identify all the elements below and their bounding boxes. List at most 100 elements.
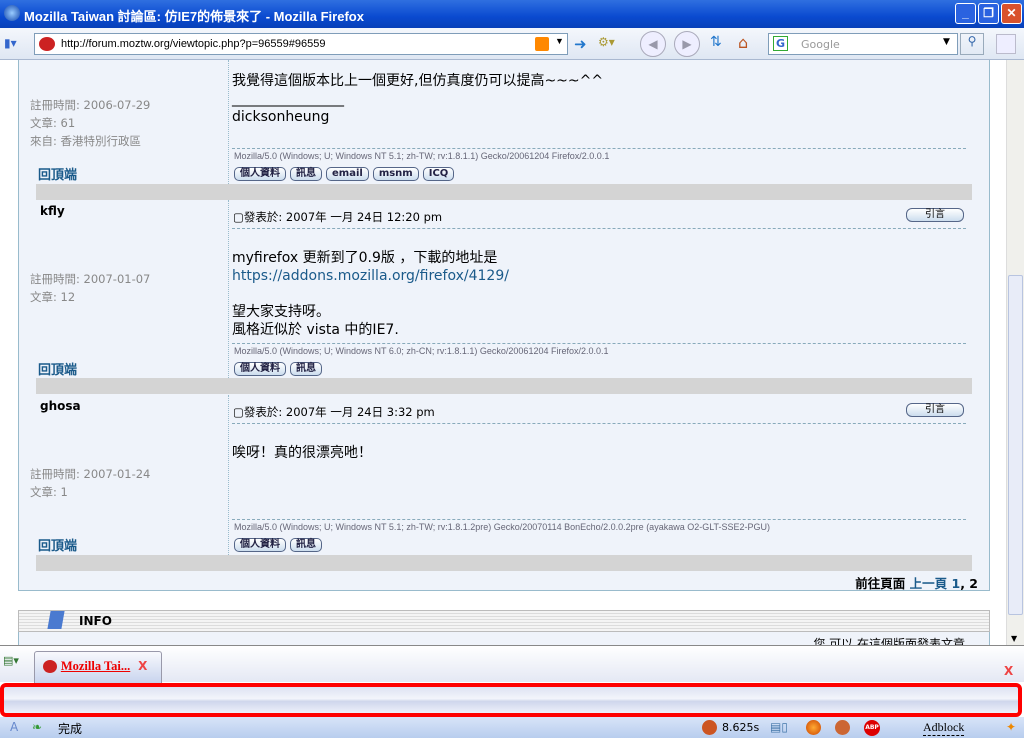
back-to-top-link[interactable]: 回頂端 — [38, 164, 77, 183]
icq-button[interactable]: ICQ — [422, 167, 455, 181]
bookmarks-icon[interactable]: ▮▾ — [4, 36, 17, 50]
pm-button[interactable]: 訊息 — [290, 167, 322, 181]
quote-button[interactable]: 引言 — [906, 403, 964, 417]
url-bar[interactable]: http://forum.moztw.org/viewtopic.php?p=9… — [34, 33, 568, 55]
signature-line: ________________ — [232, 91, 344, 107]
email-button[interactable]: email — [326, 167, 369, 181]
vertical-scrollbar[interactable]: ▼ — [1006, 60, 1024, 645]
leaf-icon: ❧ — [32, 720, 43, 734]
back-to-top-link[interactable]: 回頂端 — [38, 535, 77, 554]
quote-button[interactable]: 引言 — [906, 208, 964, 222]
minimize-button[interactable]: _ — [955, 3, 976, 24]
maximize-button[interactable]: ❐ — [978, 3, 999, 24]
location: 來自: 香港特別行政區 — [30, 134, 142, 148]
post-date: ▢發表於: 2007年 一月 24日 12:20 pm — [233, 210, 443, 224]
separator — [36, 184, 972, 200]
pagination-label: 前往頁面 — [855, 576, 906, 591]
tab-close-button[interactable]: X — [138, 659, 147, 673]
msn-button[interactable]: msnm — [372, 167, 419, 181]
home-icon[interactable]: ⌂ — [738, 33, 748, 52]
info-text: 您 可以 在這個版面發表文章 — [813, 637, 965, 645]
google-icon[interactable]: G — [773, 36, 789, 51]
post-body: myfirefox 更新到了0.9版 ，下載的地址是 https://addon… — [232, 249, 509, 339]
signature: dicksonheung — [232, 109, 330, 125]
post-text: 我覺得這個版本比上一個更好,但仿真度仍可以提高~~~^^ — [232, 73, 604, 89]
forward-button[interactable]: ▶ — [674, 31, 700, 57]
greasemonkey-icon[interactable] — [835, 720, 850, 735]
url-text: http://forum.moztw.org/viewtopic.php?p=9… — [61, 38, 326, 50]
post-body: 唉呀！真的很漂亮吔！ — [232, 445, 372, 461]
search-input[interactable]: G Google ▼ — [768, 33, 958, 55]
window-title: Mozilla Taiwan 討論區: 仿IE7的佈景來了 - Mozilla … — [24, 9, 364, 24]
current-page: 2 — [969, 576, 978, 591]
dropdown-arrow-icon[interactable]: ▼ — [555, 36, 564, 46]
separator — [36, 378, 972, 394]
firefox-icon[interactable] — [806, 720, 821, 735]
sidebar-toggle-icon[interactable] — [996, 34, 1016, 54]
author-info: 註冊時間: 2006-07-29 文章: 61 來自: 香港特別行政區 — [30, 96, 228, 150]
search-button[interactable]: ⚲ — [960, 33, 984, 55]
scrollbar-thumb[interactable] — [1008, 275, 1023, 615]
prev-page-link[interactable]: 上一頁 — [910, 576, 948, 591]
info-body: 您 可以 在這個版面發表文章 — [18, 632, 990, 645]
post-text: 風格近似於 vista 中的IE7. — [232, 322, 399, 338]
close-tab-button[interactable]: X — [1004, 664, 1013, 678]
profile-button[interactable]: 個人資料 — [234, 538, 286, 552]
post-count: 文章: 61 — [30, 116, 76, 130]
status-bar: A ❧ 完成 8.625s ▤▯ ABP Adblock ✦ — [0, 717, 1024, 738]
scroll-down-icon[interactable]: ▼ — [1011, 634, 1017, 643]
page-link-1[interactable]: 1 — [951, 576, 960, 591]
go-arrow-icon[interactable]: ➜ — [574, 35, 587, 53]
addon-icon[interactable]: ⚙▾ — [598, 35, 615, 49]
post-count: 文章: 1 — [30, 485, 68, 499]
notification-icon[interactable]: ✦ — [1006, 720, 1016, 734]
back-button[interactable]: ◀ — [640, 31, 666, 57]
post-date: ▢發表於: 2007年 一月 24日 3:32 pm — [233, 405, 435, 419]
profile-button[interactable]: 個人資料 — [234, 167, 286, 181]
post-body: 我覺得這個版本比上一個更好,但仿真度仍可以提高~~~^^ ___________… — [232, 72, 603, 126]
post-text: myfirefox 更新到了0.9版 ，下載的地址是 — [232, 250, 498, 266]
fasterfox-icon[interactable] — [702, 720, 717, 735]
addon-link[interactable]: https://addons.mozilla.org/firefox/4129/ — [232, 268, 509, 284]
registration-date: 註冊時間: 2006-07-29 — [30, 98, 151, 112]
info-header: INFO — [18, 610, 990, 632]
title-bar: Mozilla Taiwan 討論區: 仿IE7的佈景來了 - Mozilla … — [0, 0, 1024, 28]
user-agent: Mozilla/5.0 (Windows; U; Windows NT 5.1;… — [234, 151, 610, 161]
tab-mozilla-taiwan[interactable]: Mozilla Tai... X — [34, 651, 162, 683]
author-name: ghosa — [40, 399, 81, 413]
firefox-icon — [4, 5, 20, 21]
author-name: kfly — [40, 204, 65, 218]
dropdown-arrow-icon[interactable]: ▼ — [943, 37, 950, 47]
back-to-top-link[interactable]: 回頂端 — [38, 359, 77, 378]
pm-button[interactable]: 訊息 — [290, 538, 322, 552]
info-icon — [47, 611, 65, 629]
post-date-text: 發表於: 2007年 一月 24日 12:20 pm — [243, 210, 443, 224]
rss-icon[interactable] — [535, 37, 549, 51]
site-icon — [39, 37, 55, 51]
page-separator: , — [960, 576, 970, 591]
page-content: 註冊時間: 2006-07-29 文章: 61 來自: 香港特別行政區 我覺得這… — [0, 60, 1006, 645]
tab-list-icon[interactable]: ▤▾ — [3, 654, 19, 667]
navigation-toolbar: ▮▾ http://forum.moztw.org/viewtopic.php?… — [0, 28, 1024, 60]
page-icon[interactable]: ▤▯ — [770, 720, 788, 734]
tab-bar: ▤▾ Mozilla Tai... X X — [0, 645, 1024, 683]
post-date-text: 發表於: 2007年 一月 24日 3:32 pm — [243, 405, 435, 419]
user-agent: Mozilla/5.0 (Windows; U; Windows NT 5.1;… — [234, 522, 771, 532]
load-time: 8.625s — [722, 721, 760, 734]
status-text: 完成 — [58, 722, 83, 736]
registration-date: 註冊時間: 2007-01-24 — [30, 467, 151, 481]
user-agent: Mozilla/5.0 (Windows; U; Windows NT 6.0;… — [234, 346, 609, 356]
profile-button[interactable]: 個人資料 — [234, 362, 286, 376]
post-count: 文章: 12 — [30, 290, 76, 304]
highlighted-empty-bar — [0, 683, 1022, 717]
info-title: INFO — [79, 614, 112, 628]
search-placeholder: Google — [801, 38, 840, 51]
translate-icon[interactable]: A — [10, 720, 18, 734]
reload-icon[interactable]: ⇅ — [710, 34, 722, 50]
registration-date: 註冊時間: 2007-01-07 — [30, 272, 151, 286]
pm-button[interactable]: 訊息 — [290, 362, 322, 376]
adblock-link[interactable]: Adblock — [923, 720, 965, 736]
close-button[interactable]: ✕ — [1001, 3, 1022, 24]
separator — [36, 555, 972, 571]
adblock-plus-icon[interactable]: ABP — [864, 720, 880, 736]
